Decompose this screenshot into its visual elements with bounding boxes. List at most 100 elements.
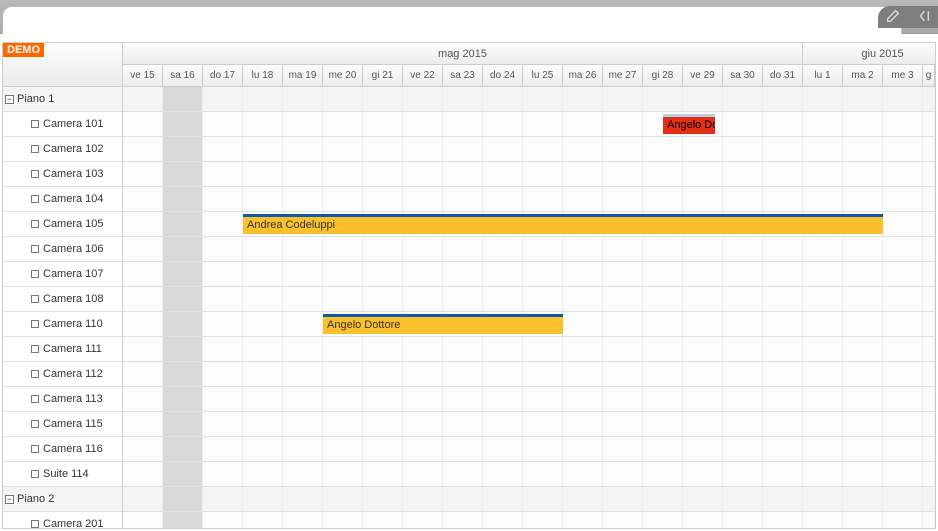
timeline-cell[interactable]: [243, 362, 283, 386]
timeline-row[interactable]: [123, 437, 935, 462]
checkbox-icon[interactable]: [31, 120, 39, 128]
timeline-cell[interactable]: [323, 462, 363, 486]
timeline-cell[interactable]: [923, 312, 935, 336]
timeline-cell[interactable]: [923, 337, 935, 361]
timeline-cell[interactable]: [363, 287, 403, 311]
timeline-cell[interactable]: [803, 287, 843, 311]
timeline-row[interactable]: [123, 487, 935, 512]
resource-row[interactable]: Camera 110: [3, 312, 122, 337]
timeline-cell[interactable]: [123, 112, 163, 136]
timeline-cell[interactable]: [643, 337, 683, 361]
timeline-cell[interactable]: [643, 487, 683, 511]
timeline-cell[interactable]: [283, 287, 323, 311]
timeline-cell[interactable]: [923, 462, 935, 486]
timeline-cell[interactable]: [363, 337, 403, 361]
timeline-cell[interactable]: [763, 187, 803, 211]
timeline-cell[interactable]: [763, 87, 803, 111]
timeline-cell[interactable]: [163, 337, 203, 361]
timeline-cell[interactable]: [483, 187, 523, 211]
timeline-row[interactable]: [123, 262, 935, 287]
timeline-cell[interactable]: [243, 412, 283, 436]
resource-row[interactable]: Camera 103: [3, 162, 122, 187]
timeline-cell[interactable]: [563, 287, 603, 311]
timeline-cell[interactable]: [323, 112, 363, 136]
timeline-cell[interactable]: [723, 162, 763, 186]
timeline-cell[interactable]: [843, 262, 883, 286]
timeline-cell[interactable]: [363, 112, 403, 136]
timeline-cell[interactable]: [403, 162, 443, 186]
timeline-cell[interactable]: [563, 237, 603, 261]
timeline-row[interactable]: [123, 87, 935, 112]
timeline-cell[interactable]: [403, 387, 443, 411]
timeline-cell[interactable]: [403, 462, 443, 486]
timeline-cell[interactable]: [803, 462, 843, 486]
timeline-cell[interactable]: [243, 437, 283, 461]
timeline-cell[interactable]: [443, 112, 483, 136]
timeline-cell[interactable]: [803, 487, 843, 511]
checkbox-icon[interactable]: [31, 345, 39, 353]
timeline-cell[interactable]: [283, 162, 323, 186]
timeline-cell[interactable]: [723, 137, 763, 161]
resource-row[interactable]: Camera 116: [3, 437, 122, 462]
timeline-cell[interactable]: [363, 187, 403, 211]
timeline-cell[interactable]: [523, 387, 563, 411]
timeline-cell[interactable]: [443, 87, 483, 111]
timeline-cell[interactable]: [163, 262, 203, 286]
resource-row[interactable]: Camera 113: [3, 387, 122, 412]
timeline-cell[interactable]: [803, 162, 843, 186]
timeline-cell[interactable]: [363, 362, 403, 386]
timeline-cell[interactable]: [643, 362, 683, 386]
timeline-cell[interactable]: [483, 262, 523, 286]
timeline-cell[interactable]: [603, 337, 643, 361]
timeline-cell[interactable]: [723, 437, 763, 461]
timeline-cell[interactable]: [483, 487, 523, 511]
timeline-cell[interactable]: [363, 437, 403, 461]
timeline-cell[interactable]: [243, 387, 283, 411]
timeline-cell[interactable]: [483, 137, 523, 161]
timeline-cell[interactable]: [403, 512, 443, 528]
timeline-cell[interactable]: [683, 262, 723, 286]
timeline-cell[interactable]: [483, 512, 523, 528]
timeline-cell[interactable]: [363, 87, 403, 111]
checkbox-icon[interactable]: [31, 520, 39, 528]
resource-row[interactable]: Camera 111: [3, 337, 122, 362]
timeline-cell[interactable]: [683, 162, 723, 186]
timeline-cell[interactable]: [923, 237, 935, 261]
timeline-cell[interactable]: [283, 362, 323, 386]
day-cell[interactable]: sa 23: [443, 65, 483, 86]
timeline-cell[interactable]: [683, 237, 723, 261]
timeline-cell[interactable]: [203, 437, 243, 461]
timeline-cell[interactable]: [883, 412, 923, 436]
timeline-cell[interactable]: [243, 337, 283, 361]
resource-group[interactable]: −Piano 1: [3, 87, 122, 112]
checkbox-icon[interactable]: [31, 245, 39, 253]
checkbox-icon[interactable]: [31, 445, 39, 453]
timeline-cell[interactable]: [683, 187, 723, 211]
resource-row[interactable]: Suite 114: [3, 462, 122, 487]
timeline-row[interactable]: [123, 512, 935, 528]
timeline-cell[interactable]: [603, 87, 643, 111]
timeline-cell[interactable]: [243, 462, 283, 486]
timeline-cell[interactable]: [403, 487, 443, 511]
timeline-cell[interactable]: [803, 437, 843, 461]
timeline-cell[interactable]: [563, 312, 603, 336]
timeline-cell[interactable]: [883, 162, 923, 186]
timeline-row[interactable]: [123, 337, 935, 362]
day-cell[interactable]: gi 21: [363, 65, 403, 86]
resource-group[interactable]: −Piano 2: [3, 487, 122, 512]
timeline-cell[interactable]: [603, 462, 643, 486]
timeline-cell[interactable]: [643, 137, 683, 161]
timeline-cell[interactable]: [883, 312, 923, 336]
timeline-cell[interactable]: [763, 337, 803, 361]
timeline-cell[interactable]: [163, 312, 203, 336]
timeline-cell[interactable]: [563, 262, 603, 286]
timeline-cell[interactable]: [203, 262, 243, 286]
timeline-cell[interactable]: [763, 387, 803, 411]
timeline-cell[interactable]: [763, 237, 803, 261]
timeline-cell[interactable]: [723, 362, 763, 386]
timeline-cell[interactable]: [683, 462, 723, 486]
timeline-cell[interactable]: [403, 87, 443, 111]
timeline-cell[interactable]: [323, 487, 363, 511]
timeline-cell[interactable]: [163, 137, 203, 161]
timeline-row[interactable]: [123, 387, 935, 412]
